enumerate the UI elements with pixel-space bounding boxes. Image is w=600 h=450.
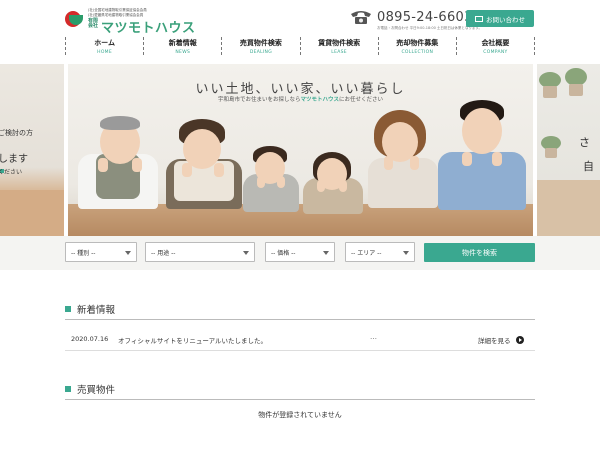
hero-sub-suffix: にお任せください [339, 97, 384, 103]
news-text[interactable]: オフィシャルサイトをリニューアルいたしました。 [118, 335, 267, 345]
price-select-value: -- 価格 -- [271, 249, 296, 257]
news-detail-link[interactable]: 詳細を見る [478, 335, 524, 345]
family-photo-mother [368, 110, 440, 215]
chevron-down-icon [243, 251, 249, 255]
logo-mark-icon [65, 9, 85, 29]
contact-button-label: お問い合わせ [486, 15, 525, 24]
site-header: (社)全国宅地建物取引業保証協会会員 (社)愛媛県宅地建物取引業協会会員 有限会… [0, 0, 600, 36]
nav-sublabel: DEALING [249, 50, 273, 55]
nav-label: 新着情報 [168, 39, 197, 47]
chevron-down-icon [323, 251, 329, 255]
news-detail-label: 詳細を見る [478, 337, 511, 345]
hero-sub-brand: マツモトハウス [300, 97, 339, 103]
use-select[interactable]: -- 用途 -- [145, 242, 255, 262]
news-ellipsis: … [370, 333, 377, 341]
nav-sublabel: LEASE [331, 50, 347, 55]
properties-divider [65, 399, 535, 400]
desk-image [0, 190, 64, 236]
family-photo-girl [303, 152, 365, 217]
nav-sublabel: COLLECTION [401, 50, 434, 55]
hero-next-text-1: さ [579, 136, 590, 149]
type-select[interactable]: -- 種別 -- [65, 242, 137, 262]
properties-title: 売買物件 [77, 385, 116, 396]
nav-item-company[interactable]: 会社概要 COMPANY [455, 37, 536, 55]
logo-company-name: マツモトハウス [101, 21, 196, 36]
family-photo-grandmother [164, 119, 244, 214]
pot-image [569, 84, 583, 96]
nav-sublabel: COMPANY [483, 50, 508, 55]
hero-prev-text-2: します [0, 154, 28, 165]
pot-image [545, 148, 557, 158]
logo-company-type: 有限会社 [88, 18, 99, 29]
contact-button[interactable]: お問い合わせ [466, 10, 534, 27]
nav-label: 会社概要 [481, 39, 510, 47]
price-select[interactable]: -- 価格 -- [265, 242, 335, 262]
nav-sublabel: HOME [97, 50, 113, 55]
family-photo-grandfather [78, 114, 163, 214]
hero-prev-text-3: ください [0, 169, 23, 176]
news-divider [65, 319, 535, 320]
hero-slide-main[interactable]: いい土地、いい家、いい暮らし 宇和島市でお住まいをお探しならマツモトハウスにお任… [68, 64, 533, 236]
chevron-down-icon [125, 251, 131, 255]
arrow-right-circle-icon [515, 336, 524, 344]
site-logo[interactable]: (社)全国宅地建物取引業保証協会会員 (社)愛媛県宅地建物取引業協会会員 有限会… [65, 8, 198, 36]
section-bullet-icon [65, 306, 71, 312]
hero-sub-prefix: 宇和島市でお住まいをお探しなら [217, 97, 301, 103]
global-nav: ホーム HOME 新着情報 NEWS 売買物件検索 DEALING 賃貸物件検索… [65, 37, 536, 57]
family-photo-father [438, 100, 528, 215]
nav-item-lease[interactable]: 賃貸物件検索 LEASE [299, 37, 378, 55]
chevron-down-icon [403, 251, 409, 255]
phone-icon [351, 11, 371, 24]
area-select-value: -- エリア -- [351, 249, 382, 257]
news-title: 新着情報 [77, 305, 116, 316]
nav-sublabel: NEWS [175, 50, 191, 55]
nav-item-collection[interactable]: 売却物件募集 COLLECTION [377, 37, 456, 55]
shelf-image [537, 180, 600, 236]
hero-slide-next[interactable]: さ 自 [537, 64, 600, 236]
nav-item-dealing[interactable]: 売買物件検索 DEALING [221, 37, 299, 55]
phone-block[interactable]: 0895-24-6603 [349, 9, 473, 25]
properties-empty-message: 物件が登録されていません [258, 411, 342, 419]
logo-association-1: (社)全国宅地建物取引業保証協会会員 [88, 8, 147, 12]
use-select-value: -- 用途 -- [151, 249, 176, 257]
search-button[interactable]: 物件を検索 [424, 243, 535, 262]
hero-prev-text-1: ご検討の方 [0, 129, 33, 137]
mail-icon [475, 15, 483, 22]
type-select-value: -- 種別 -- [71, 249, 96, 257]
family-photo-boy [243, 146, 301, 216]
news-item[interactable]: 2020.07.16 オフィシャルサイトをリニューアルいたしました。 … 詳細を… [65, 330, 535, 350]
hero-slide-previous[interactable]: ご検討の方 します ください [0, 64, 64, 236]
hero-next-text-2: 自 [583, 160, 594, 173]
nav-item-home[interactable]: ホーム HOME [65, 37, 143, 55]
news-item-divider [65, 350, 535, 351]
properties-section-title: 売買物件 [65, 382, 115, 396]
phone-number[interactable]: 0895-24-6603 [377, 10, 473, 25]
nav-label: 売買物件検索 [239, 39, 282, 47]
area-select[interactable]: -- エリア -- [345, 242, 415, 262]
section-bullet-icon [65, 386, 71, 392]
nav-label: 賃貸物件検索 [318, 39, 361, 47]
news-section-title: 新着情報 [65, 302, 115, 316]
nav-label: 売却物件募集 [396, 39, 439, 47]
nav-item-news[interactable]: 新着情報 NEWS [143, 37, 221, 55]
nav-label: ホーム [94, 39, 115, 47]
news-date: 2020.07.16 [71, 335, 109, 343]
pot-image [543, 86, 557, 98]
